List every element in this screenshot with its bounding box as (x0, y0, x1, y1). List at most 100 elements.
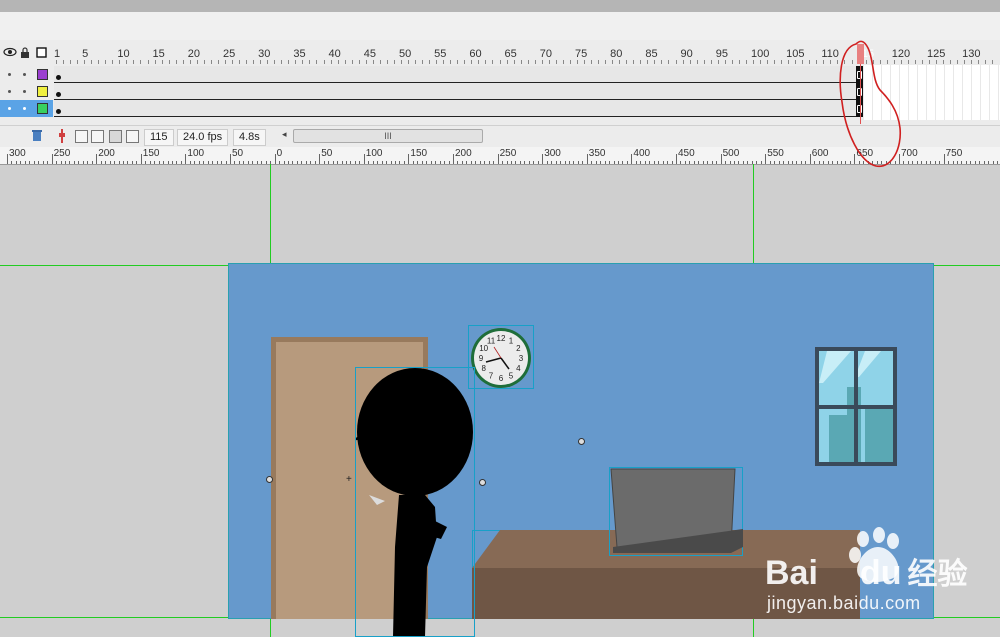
timeline-scrollbar[interactable]: III (293, 129, 483, 143)
frame-number: 60 (469, 48, 482, 60)
frame-tick (337, 60, 339, 64)
ruler-minor-tick (560, 161, 562, 164)
lock-dot[interactable] (23, 107, 26, 110)
ruler-minor-tick (163, 161, 165, 164)
center-frame-icon[interactable] (58, 129, 66, 148)
onion-skin-outlines-icon[interactable] (91, 130, 104, 143)
visibility-dot[interactable] (8, 73, 11, 76)
ruler-minor-tick (689, 161, 691, 164)
ruler-minor-tick (56, 161, 58, 164)
ruler-minor-tick (502, 161, 504, 164)
keyframe-dot[interactable] (56, 92, 61, 97)
ruler-minor-tick (234, 161, 236, 164)
lock-icon[interactable] (20, 47, 30, 62)
ruler-minor-tick (493, 161, 495, 164)
outline-icon[interactable] (36, 47, 47, 62)
layer-outline-color[interactable] (37, 69, 48, 80)
lock-dot[interactable] (23, 73, 26, 76)
edit-multiple-frames-icon[interactable] (109, 130, 122, 143)
ruler-minor-tick (363, 161, 365, 164)
frame-tick (224, 60, 226, 64)
frame-number: 85 (645, 48, 658, 60)
layer-row-2[interactable] (0, 83, 53, 100)
ruler-minor-tick (337, 161, 339, 164)
character-silhouette[interactable] (355, 367, 475, 637)
ruler-minor-tick (956, 161, 958, 164)
wall-clock[interactable]: 12 1 2 3 4 5 6 7 8 9 10 11 (468, 325, 534, 389)
ruler-minor-tick (261, 161, 263, 164)
ruler-minor-tick (466, 161, 468, 164)
frame-number: 35 (293, 48, 306, 60)
keyframe-dot[interactable] (56, 75, 61, 80)
office-window[interactable] (815, 347, 897, 466)
ruler-label: 350 (588, 148, 606, 159)
frame-tick (274, 60, 276, 64)
trash-icon[interactable] (31, 129, 43, 147)
frame-tick (569, 60, 571, 64)
ruler-minor-tick (640, 161, 642, 164)
visibility-dot[interactable] (8, 107, 11, 110)
keyframe-dot[interactable] (56, 109, 61, 114)
ruler-minor-tick (546, 161, 548, 164)
ruler-minor-tick (720, 161, 722, 164)
visibility-dot[interactable] (8, 90, 11, 93)
frame-tick (330, 60, 332, 64)
layer-track-1[interactable] (54, 66, 857, 83)
frame-tick (788, 60, 790, 64)
ruler-minor-tick (359, 161, 361, 164)
registration-point-icon[interactable]: + (346, 474, 352, 485)
ruler-minor-tick (626, 161, 628, 164)
transform-handle[interactable] (578, 438, 585, 445)
ruler-minor-tick (916, 161, 918, 164)
layer-outline-color[interactable] (37, 86, 48, 97)
ruler-label: 250 (53, 148, 71, 159)
frame-tick (239, 60, 241, 64)
frame-tick (485, 60, 487, 64)
frame-tick (541, 60, 543, 64)
frame-tick (119, 60, 121, 64)
ruler-minor-tick (992, 161, 994, 164)
ruler-minor-tick (484, 161, 486, 164)
eye-icon[interactable] (3, 47, 17, 61)
lock-dot[interactable] (23, 90, 26, 93)
clock-number: 7 (489, 371, 494, 380)
transform-handle[interactable] (479, 479, 486, 486)
ruler-minor-tick (167, 161, 169, 164)
ruler-minor-tick (292, 161, 294, 164)
layer-row-1[interactable] (0, 66, 53, 83)
frame-number: 25 (222, 48, 236, 60)
frame-tick (63, 60, 65, 64)
watermark-brand-2: du (859, 554, 902, 592)
layer-track-2[interactable] (54, 83, 857, 100)
scroll-left-arrow[interactable]: ◂ (282, 129, 287, 140)
ruler-minor-tick (131, 161, 133, 164)
frame-tick (288, 60, 290, 64)
ruler-minor-tick (444, 161, 446, 164)
transform-handle[interactable] (266, 476, 273, 483)
layer-track-3[interactable] (54, 100, 857, 117)
layer-row-3[interactable] (0, 100, 53, 117)
laptop[interactable] (609, 467, 743, 556)
frame-tick (971, 60, 973, 64)
frame-tick (654, 60, 656, 64)
layer-outline-color[interactable] (37, 103, 48, 114)
ruler-minor-tick (305, 161, 307, 164)
frame-number: 45 (363, 48, 376, 60)
ruler-minor-tick (805, 161, 807, 164)
frame-tick (576, 60, 578, 64)
frame-tick (168, 60, 170, 64)
ruler-minor-tick (296, 161, 298, 164)
frame-tick (809, 60, 811, 64)
frame-tick (943, 60, 945, 64)
onion-skin-icon[interactable] (75, 130, 88, 143)
ruler-minor-tick (118, 161, 120, 164)
frame-tick (154, 60, 156, 64)
ruler-minor-tick (765, 161, 767, 164)
frame-tick (738, 60, 740, 64)
ruler-minor-tick (604, 161, 606, 164)
modify-markers-icon[interactable] (126, 130, 139, 143)
frame-rate-field[interactable]: 24.0 fps (177, 129, 229, 146)
clock-number: 8 (481, 364, 486, 373)
frame-tick (605, 60, 607, 64)
ruler-minor-tick (176, 161, 178, 164)
